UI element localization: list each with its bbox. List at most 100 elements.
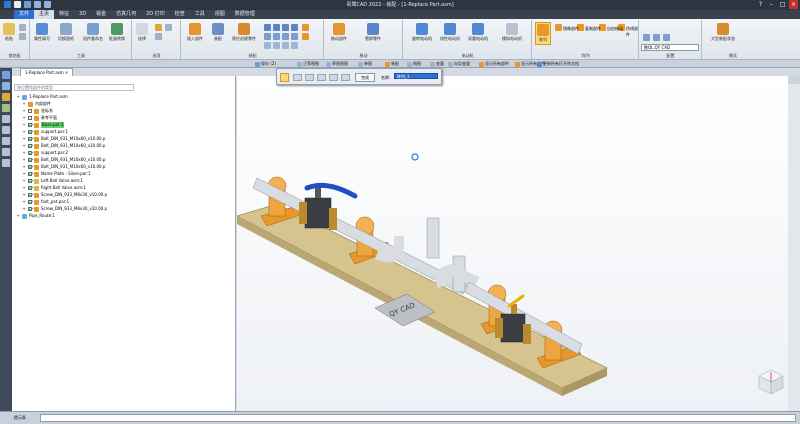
visibility-checkbox[interactable] <box>28 116 32 120</box>
menu-tab[interactable]: 特征 <box>54 10 74 19</box>
menu-tab[interactable]: 3D <box>74 10 91 19</box>
tree-row[interactable]: + 坐标系 <box>22 108 53 114</box>
constraint-icon[interactable] <box>291 33 298 40</box>
tree-row[interactable]: + support.par:2 <box>22 150 68 156</box>
command-bar-item[interactable]: 更新所有打开的文档 <box>537 60 579 68</box>
menu-tab[interactable]: 视图 <box>210 10 230 19</box>
copy-part-label[interactable]: 复制部件 <box>585 26 601 32</box>
3d-viewport[interactable]: QY CAD <box>236 76 788 411</box>
menu-tab[interactable]: 数据管理 <box>230 10 260 19</box>
command-bar-item[interactable]: 向导变量 <box>448 60 470 68</box>
visibility-checkbox[interactable] <box>28 144 32 148</box>
command-bar-item[interactable]: 装配 <box>385 60 399 68</box>
constraint-icon[interactable] <box>282 24 289 31</box>
mirror-part-icon[interactable] <box>555 24 562 31</box>
expand-icon[interactable]: + <box>22 108 26 114</box>
insert-part-button[interactable]: 插入部件 <box>187 23 203 42</box>
menu-tab[interactable]: 钣金 <box>91 10 111 19</box>
constraint-icon[interactable] <box>264 24 271 31</box>
help-icon[interactable]: ? <box>756 0 765 9</box>
tree-row[interactable]: + Base.par:1 <box>22 122 65 128</box>
command-bar-item[interactable]: 侧图 <box>407 60 421 68</box>
create-in-place-button[interactable]: 原位创建零件 <box>232 23 256 42</box>
large-assembly-button[interactable]: 大型装配状态 <box>711 23 735 42</box>
tree-row[interactable]: + support.par:1 <box>22 129 68 135</box>
expand-icon[interactable]: + <box>22 206 26 212</box>
dual-motor-button[interactable]: 双重电动机 <box>468 23 488 42</box>
expand-icon[interactable]: + <box>22 143 26 149</box>
visibility-checkbox[interactable] <box>28 172 32 176</box>
select-all-icon[interactable] <box>165 24 172 31</box>
expand-icon[interactable]: + <box>22 115 26 121</box>
close-icon[interactable]: × <box>789 0 798 9</box>
tree-row[interactable]: + Bolt_DIN_931_M10x60_v10.00.p <box>22 136 105 142</box>
visibility-checkbox[interactable] <box>28 207 32 211</box>
rotary-motor-button[interactable]: 旋转电动机 <box>412 23 432 42</box>
command-bar-item[interactable]: 草图视图 <box>326 60 348 68</box>
constraint-icon[interactable] <box>302 33 309 40</box>
select-button[interactable]: 选择 <box>136 23 148 42</box>
expand-icon[interactable]: + <box>22 101 26 107</box>
view-cube-icon[interactable] <box>758 369 784 395</box>
expand-icon[interactable]: + <box>16 94 20 100</box>
expand-icon[interactable]: + <box>16 213 20 219</box>
config-icon[interactable] <box>653 34 660 41</box>
visibility-checkbox[interactable] <box>28 109 32 113</box>
pattern-step-icon[interactable] <box>293 74 302 81</box>
vertical-pipe[interactable] <box>426 217 440 259</box>
config-icon[interactable] <box>663 34 670 41</box>
constraint-icon[interactable] <box>291 24 298 31</box>
visibility-checkbox[interactable] <box>28 193 32 197</box>
constraint-icon[interactable] <box>273 33 280 40</box>
copy-icon[interactable] <box>19 33 26 40</box>
config-search-input[interactable]: 数QL.QY CAD <box>641 44 699 51</box>
assemble-button[interactable]: 装配 <box>212 23 224 42</box>
minimize-icon[interactable]: – <box>767 0 776 9</box>
pattern-name-input[interactable]: 阵列_1 <box>394 73 438 79</box>
switch-drawing-button[interactable]: 切换图纸 <box>58 23 74 42</box>
batch-convert-button[interactable]: 批量转换 <box>109 23 125 42</box>
search-icon[interactable] <box>2 126 10 134</box>
tree-row[interactable]: + Name Plate - Silver.par:1 <box>22 171 91 177</box>
menu-tab[interactable]: 仿真几何 <box>111 10 141 19</box>
constraint-icon[interactable] <box>291 42 298 49</box>
visibility-checkbox[interactable] <box>28 179 32 183</box>
command-bar-item[interactable]: 单图 <box>358 60 372 68</box>
expand-icon[interactable]: + <box>22 185 26 191</box>
visibility-checkbox[interactable] <box>28 158 32 162</box>
pattern-step-icon[interactable] <box>341 74 350 81</box>
expand-icon[interactable]: + <box>22 164 26 170</box>
expand-icon[interactable]: + <box>22 157 26 163</box>
pseudo-part-label[interactable]: 伪线部件 <box>626 26 638 38</box>
pattern-button[interactable]: 阵列 <box>535 22 551 45</box>
layers-icon[interactable] <box>2 82 10 90</box>
maximize-icon[interactable]: □ <box>778 0 787 9</box>
library-icon[interactable] <box>2 115 10 123</box>
menu-tab[interactable]: 工具 <box>190 10 210 19</box>
prompt-input[interactable] <box>40 414 796 422</box>
expand-icon[interactable]: + <box>22 178 26 184</box>
constraint-icon[interactable] <box>264 33 271 40</box>
rename-component-button[interactable]: 组件重命名 <box>83 23 103 42</box>
expand-icon[interactable]: + <box>22 129 26 135</box>
document-tab[interactable]: 1-Replace Part.asm × <box>20 68 74 76</box>
pattern-step-icon[interactable] <box>317 74 326 81</box>
visibility-checkbox[interactable] <box>28 151 32 155</box>
select-filter-icon[interactable] <box>155 24 162 31</box>
expand-icon[interactable]: + <box>22 122 26 128</box>
tree-row[interactable]: + 参考平面 <box>22 115 57 121</box>
assembly-model[interactable]: QY CAD <box>236 76 788 411</box>
constraint-icon[interactable] <box>282 42 289 49</box>
constraint-icon[interactable] <box>282 33 289 40</box>
mirror-part-label[interactable]: 镜像部件 <box>563 26 579 32</box>
tree-row[interactable]: + Bolt_DIN_931_M10x60_v10.00.p <box>22 143 105 149</box>
command-bar-item[interactable]: 正等视图 <box>297 60 319 68</box>
tree-row[interactable]: + Bolt_DIN_931_M10x60_v10.00.p <box>22 164 105 170</box>
free-move-label[interactable]: 自由移动 <box>607 26 623 32</box>
simulate-motor-button[interactable]: 模拟电动机 <box>502 23 522 42</box>
pattern-step-icon[interactable] <box>329 74 338 81</box>
tree-row[interactable]: + foot_pot.par:1 <box>22 199 69 205</box>
menu-tab[interactable]: 文件 <box>14 10 35 19</box>
visibility-checkbox[interactable] <box>28 165 32 169</box>
tree-row[interactable]: + Right Ball Valve.asm:1 <box>22 185 86 191</box>
